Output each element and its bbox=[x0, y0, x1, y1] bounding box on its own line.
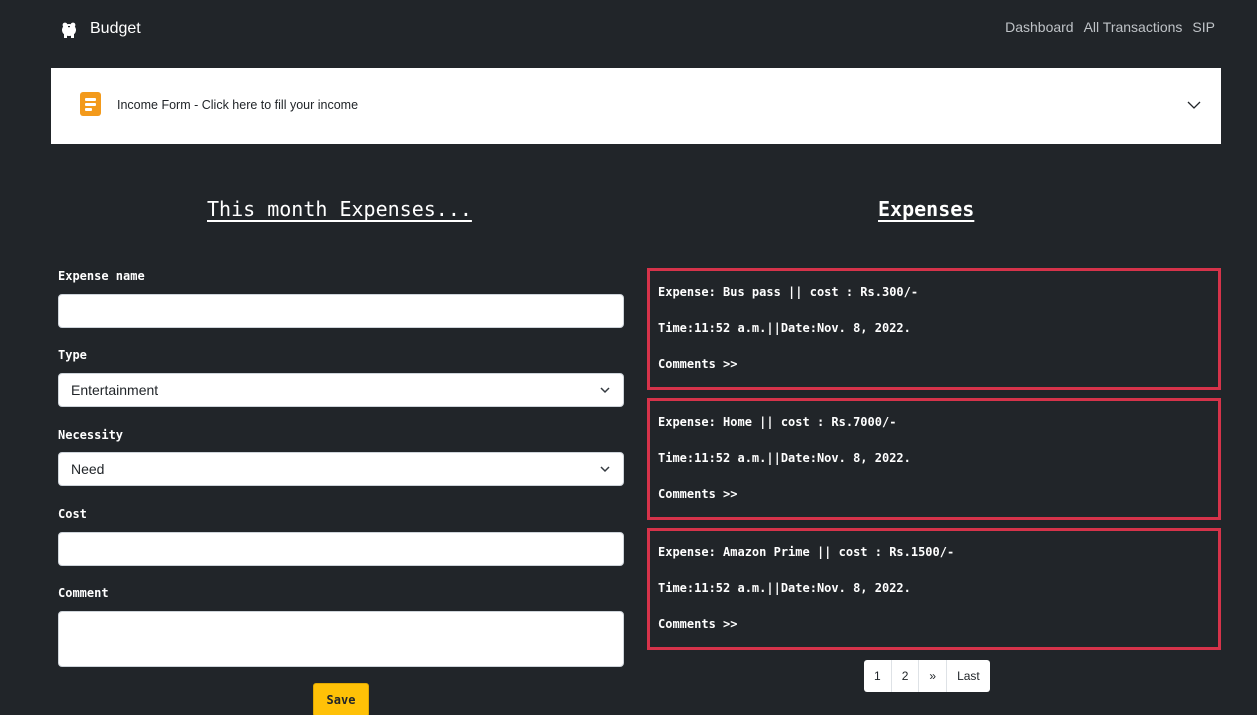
nav-sip[interactable]: SIP bbox=[1192, 19, 1215, 35]
comment-label: Comment bbox=[58, 586, 109, 600]
expenses-heading: Expenses bbox=[878, 197, 975, 221]
comments-link[interactable]: Comments >> bbox=[658, 617, 737, 631]
cost-label: Cost bbox=[58, 507, 87, 521]
last-page-link[interactable]: Last bbox=[947, 660, 990, 692]
pagination: 1 2 » Last bbox=[864, 660, 990, 692]
type-select-value: Entertainment bbox=[71, 382, 159, 398]
navbar: Budget Dashboard All Transactions SIP bbox=[0, 0, 1257, 58]
chevron-down-icon bbox=[600, 466, 610, 473]
cost-input[interactable] bbox=[58, 532, 624, 566]
necessity-label: Necessity bbox=[58, 428, 124, 442]
expense-name-input[interactable] bbox=[58, 294, 624, 328]
expense-name-label: Expense name bbox=[58, 269, 145, 283]
form-heading: This month Expenses... bbox=[207, 197, 472, 221]
save-button[interactable]: Save bbox=[313, 683, 369, 715]
next-page-link[interactable]: » bbox=[919, 660, 948, 692]
expense-card: Expense: Bus pass || cost : Rs.300/- Tim… bbox=[647, 268, 1221, 390]
comments-link[interactable]: Comments >> bbox=[658, 487, 737, 501]
page-2-link[interactable]: 2 bbox=[892, 660, 920, 692]
expense-detail: Expense: Home || cost : Rs.7000/- bbox=[658, 415, 897, 429]
comments-link[interactable]: Comments >> bbox=[658, 357, 737, 371]
nav-links: Dashboard All Transactions SIP bbox=[1005, 19, 1215, 35]
expense-time: Time:11:52 a.m.||Date:Nov. 8, 2022. bbox=[658, 321, 911, 335]
type-label: Type bbox=[58, 348, 87, 362]
nav-all-transactions[interactable]: All Transactions bbox=[1084, 19, 1183, 35]
comment-textarea[interactable] bbox=[58, 611, 624, 667]
expense-detail: Expense: Bus pass || cost : Rs.300/- bbox=[658, 285, 919, 299]
type-select[interactable]: Entertainment bbox=[58, 373, 624, 407]
nav-dashboard[interactable]: Dashboard bbox=[1005, 19, 1074, 35]
necessity-select-value: Need bbox=[71, 461, 105, 477]
chevron-down-icon bbox=[600, 387, 610, 394]
expense-card: Expense: Amazon Prime || cost : Rs.1500/… bbox=[647, 528, 1221, 650]
expense-detail: Expense: Amazon Prime || cost : Rs.1500/… bbox=[658, 545, 955, 559]
brand-title: Budget bbox=[90, 20, 141, 37]
income-form-accordion[interactable]: Income Form - Click here to fill your in… bbox=[51, 68, 1221, 144]
chevron-down-icon[interactable] bbox=[1187, 100, 1201, 110]
brand-link[interactable]: Budget bbox=[60, 16, 141, 42]
expense-time: Time:11:52 a.m.||Date:Nov. 8, 2022. bbox=[658, 581, 911, 595]
expense-time: Time:11:52 a.m.||Date:Nov. 8, 2022. bbox=[658, 451, 911, 465]
piggy-bank-icon bbox=[62, 22, 76, 38]
page-1-link[interactable]: 1 bbox=[864, 660, 892, 692]
necessity-select[interactable]: Need bbox=[58, 452, 624, 486]
expense-card: Expense: Home || cost : Rs.7000/- Time:1… bbox=[647, 398, 1221, 520]
form-document-icon bbox=[80, 92, 101, 116]
accordion-title: Income Form - Click here to fill your in… bbox=[117, 98, 359, 112]
